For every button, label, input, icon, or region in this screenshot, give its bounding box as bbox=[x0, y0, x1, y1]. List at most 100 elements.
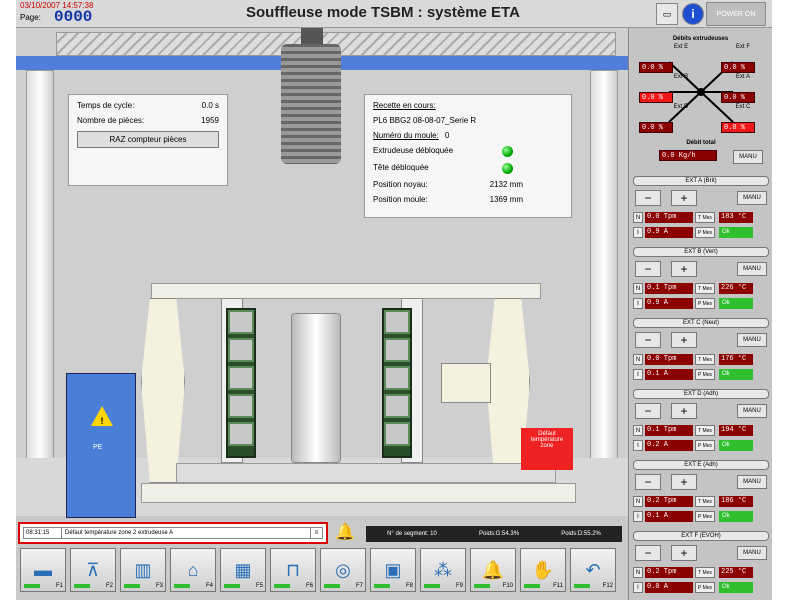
extruder-unlocked-led bbox=[502, 146, 513, 157]
extruder-name: EXT A (Brit) bbox=[633, 176, 769, 186]
flow-label: Ext D bbox=[673, 104, 689, 110]
function-key-f11[interactable]: ✋ F11 bbox=[520, 548, 566, 592]
manu-button[interactable]: MANU bbox=[737, 404, 767, 418]
electrical-cabinet[interactable]: ! PE bbox=[66, 373, 136, 518]
manu-button[interactable]: MANU bbox=[737, 262, 767, 276]
cooling-icon: ⊓ bbox=[285, 559, 301, 580]
manu-button[interactable]: MANU bbox=[737, 191, 767, 205]
increase-button[interactable]: + bbox=[671, 403, 697, 419]
extruder-speed: 0.0 Tpm bbox=[645, 354, 693, 365]
alarm-scroll-icon[interactable]: ≡ bbox=[310, 528, 322, 538]
key-indicator bbox=[474, 584, 490, 588]
tmes-label: T Mes bbox=[695, 567, 715, 578]
flows-diagram: Ext E 0.0 % Ext F 0.0 % Ext B 0.0 % Ext A 0.0 %… bbox=[629, 42, 772, 154]
warning-icon: ! bbox=[91, 406, 113, 426]
total-flow-label: Débit total bbox=[686, 140, 716, 146]
mold-number-label: Numéro du moule: bbox=[373, 131, 439, 140]
extruder-name: EXT D (Adh) bbox=[633, 389, 769, 399]
alarm-time: 08:31:15 bbox=[24, 528, 62, 538]
extruder-state: Ok bbox=[719, 440, 753, 451]
decrease-button[interactable]: − bbox=[635, 545, 661, 561]
increase-button[interactable]: + bbox=[671, 261, 697, 277]
head-icon: ⊼ bbox=[86, 559, 100, 580]
function-key-f12[interactable]: ↶ F12 bbox=[570, 548, 616, 592]
extruder-current: 0.0 A bbox=[645, 582, 693, 593]
decrease-button[interactable]: − bbox=[635, 261, 661, 277]
key-label: F2 bbox=[105, 583, 113, 589]
function-key-f5[interactable]: ▦ F5 bbox=[220, 548, 266, 592]
manu-button[interactable]: MANU bbox=[737, 546, 767, 560]
machine-base bbox=[141, 483, 576, 503]
extruder-state: Ok bbox=[719, 582, 753, 593]
extruder-speed: 0.1 Tpm bbox=[645, 425, 693, 436]
flow-manu-button[interactable]: MANU bbox=[733, 150, 763, 164]
extruder-current: 0.2 A bbox=[645, 440, 693, 451]
decrease-button[interactable]: − bbox=[635, 474, 661, 490]
increase-button[interactable]: + bbox=[671, 545, 697, 561]
network-icon: ⁂ bbox=[434, 559, 452, 580]
info-icon: i bbox=[691, 7, 695, 21]
recipe-panel: Recette en cours: PL6 BBG2 08-08-07_Seri… bbox=[364, 94, 572, 218]
function-key-f4[interactable]: ⌂ F4 bbox=[170, 548, 216, 592]
extruder-unlocked-label: Extrudeuse débloquée bbox=[373, 146, 454, 155]
manu-button[interactable]: MANU bbox=[737, 333, 767, 347]
mold-position-value: 1369 mm bbox=[489, 195, 523, 204]
alarm-bar[interactable]: 08:31:15 Défaut température zone 2 extru… bbox=[18, 522, 328, 544]
pmes-label: P Mes bbox=[695, 511, 715, 522]
current-channel-label: I bbox=[633, 511, 643, 522]
power-button[interactable]: POWER ON bbox=[706, 2, 766, 26]
recipe-name: PL6 BBG2 08-08-07_Serie R bbox=[373, 116, 477, 125]
key-label: F6 bbox=[305, 583, 313, 589]
extruder-speed: 0.2 Tpm bbox=[645, 567, 693, 578]
increase-button[interactable]: + bbox=[671, 190, 697, 206]
extruder-temperature: 225 °C bbox=[719, 567, 753, 578]
page-number: 0000 bbox=[54, 8, 93, 26]
extruder-temperature: 226 °C bbox=[719, 283, 753, 294]
window-button[interactable]: ▭ bbox=[656, 3, 678, 25]
increase-button[interactable]: + bbox=[671, 474, 697, 490]
function-key-f3[interactable]: ▥ F3 bbox=[120, 548, 166, 592]
weight-right: Poids:D:55.2% bbox=[561, 531, 601, 537]
extruder-current: 0.1 A bbox=[645, 511, 693, 522]
key-indicator bbox=[324, 584, 340, 588]
increase-button[interactable]: + bbox=[671, 332, 697, 348]
mold-number-value: 0 bbox=[444, 131, 450, 140]
decrease-button[interactable]: − bbox=[635, 190, 661, 206]
extruder-name: EXT E (Adh) bbox=[633, 460, 769, 470]
mold-position-label: Position moule: bbox=[373, 195, 428, 204]
function-key-f2[interactable]: ⊼ F2 bbox=[70, 548, 116, 592]
manu-button[interactable]: MANU bbox=[737, 475, 767, 489]
function-key-f10[interactable]: 🔔 F10 bbox=[470, 548, 516, 592]
pmes-label: P Mes bbox=[695, 369, 715, 380]
left-pillar bbox=[26, 70, 54, 516]
extruder-block: EXT E (Adh) − + MANU N 0.2 Tpm T Mes 186 °C I 0.1… bbox=[633, 460, 769, 532]
function-key-f9[interactable]: ⁂ F9 bbox=[420, 548, 466, 592]
alarm-bell-icon[interactable]: 🔔 bbox=[334, 522, 356, 544]
key-indicator bbox=[274, 584, 290, 588]
reset-counter-button[interactable]: RAZ compteur pièces bbox=[77, 131, 219, 148]
machine-alarm-box[interactable]: Défaut température zone bbox=[521, 428, 573, 470]
extruder-speed: 0.2 Tpm bbox=[645, 496, 693, 507]
info-button[interactable]: i bbox=[682, 3, 704, 25]
computer-icon: ▣ bbox=[384, 559, 402, 580]
key-indicator bbox=[24, 584, 40, 588]
key-label: F10 bbox=[502, 583, 513, 589]
function-key-f6[interactable]: ⊓ F6 bbox=[270, 548, 316, 592]
key-indicator bbox=[574, 584, 590, 588]
status-bar: N° de segment: 10 Poids:G:54.3% Poids:D:… bbox=[366, 526, 622, 542]
extruder-state: Ok bbox=[719, 298, 753, 309]
decrease-button[interactable]: − bbox=[635, 332, 661, 348]
flow-label: Ext A bbox=[735, 74, 750, 80]
decrease-button[interactable]: − bbox=[635, 403, 661, 419]
cabinet-label: PE bbox=[93, 444, 103, 451]
mold-top-beam bbox=[151, 283, 541, 299]
function-key-f7[interactable]: ◎ F7 bbox=[320, 548, 366, 592]
pmes-label: P Mes bbox=[695, 440, 715, 451]
flow-value: 0.0 % bbox=[721, 62, 755, 73]
return-icon: ↶ bbox=[585, 559, 601, 580]
function-key-f1[interactable]: ▬ F1 bbox=[20, 548, 66, 592]
function-key-f8[interactable]: ▣ F8 bbox=[370, 548, 416, 592]
extruder-current: 0.9 A bbox=[645, 298, 693, 309]
key-label: F12 bbox=[602, 583, 613, 589]
extruder-name: EXT C (Neut) bbox=[633, 318, 769, 328]
